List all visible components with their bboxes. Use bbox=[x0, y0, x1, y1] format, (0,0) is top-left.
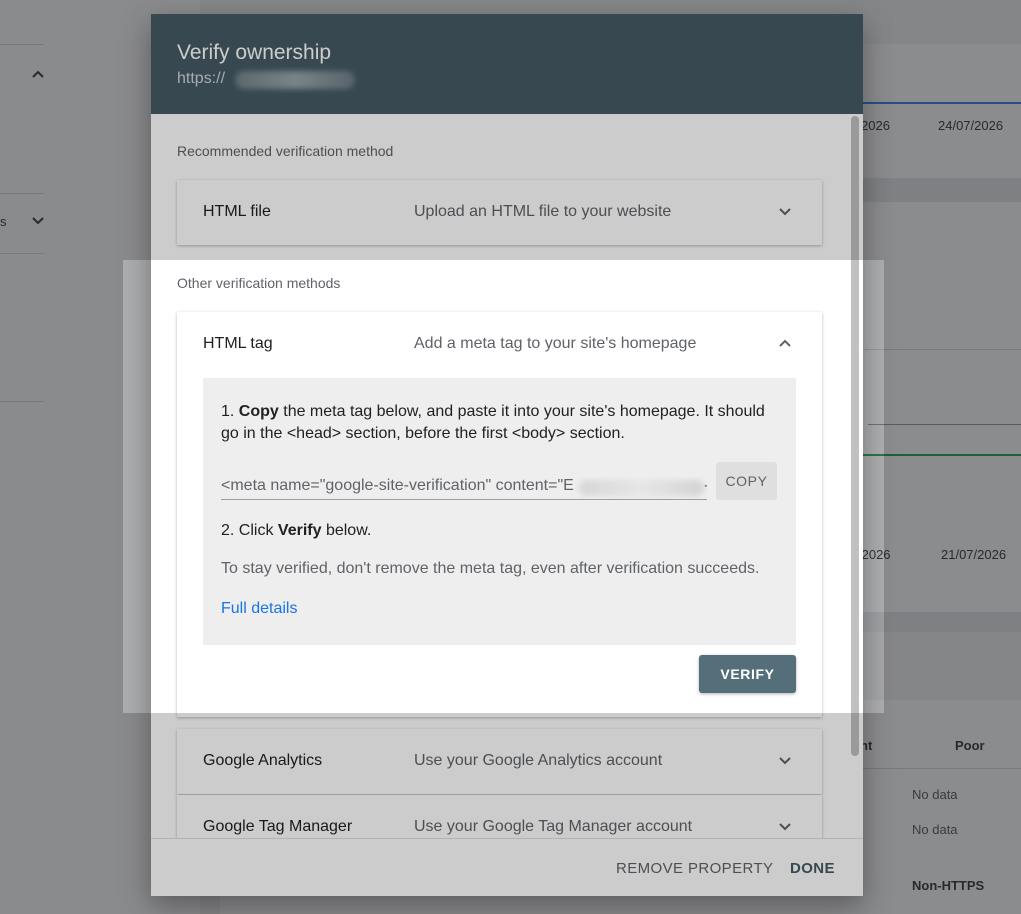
chevron-down-icon[interactable] bbox=[778, 205, 792, 219]
scrollbar-thumb[interactable] bbox=[851, 116, 859, 756]
step-1-text: 1. Copy the meta tag below, and paste it… bbox=[221, 401, 786, 445]
html-tag-instructions: 1. Copy the meta tag below, and paste it… bbox=[203, 378, 796, 645]
method-html-tag: HTML tag Add a meta tag to your site's h… bbox=[177, 312, 822, 717]
step-number: 1. bbox=[221, 403, 239, 420]
recommended-label: Recommended verification method bbox=[177, 143, 394, 159]
full-details-link[interactable]: Full details bbox=[221, 600, 297, 618]
step-description: the meta tag below, and paste it into yo… bbox=[221, 403, 765, 442]
method-description: Add a meta tag to your site's homepage bbox=[414, 335, 697, 352]
method-name: HTML file bbox=[203, 203, 271, 220]
step-2-text: 2. Click Verify below. bbox=[221, 520, 371, 542]
method-google-tag-manager[interactable]: Google Tag Manager Use your Google Tag M… bbox=[177, 795, 822, 838]
dialog-footer: REMOVE PROPERTY DONE bbox=[151, 838, 863, 896]
chevron-up-icon[interactable] bbox=[778, 336, 792, 350]
chevron-down-icon[interactable] bbox=[778, 820, 792, 834]
redacted-token bbox=[579, 480, 704, 496]
verify-ownership-dialog: Verify ownership https:// Recommended ve… bbox=[151, 14, 863, 896]
method-name: Google Tag Manager bbox=[203, 818, 353, 835]
step-description: 2. Click bbox=[221, 522, 278, 539]
method-description: Upload an HTML file to your website bbox=[414, 203, 672, 220]
dialog-body: Recommended verification method HTML fil… bbox=[151, 114, 863, 838]
step-description: below. bbox=[321, 522, 372, 539]
property-url: https:// bbox=[177, 70, 226, 87]
done-button[interactable]: DONE bbox=[790, 860, 835, 877]
method-google-analytics[interactable]: Google Analytics Use your Google Analyti… bbox=[177, 729, 822, 794]
meta-tag-code: <meta name="google-site-verification" co… bbox=[221, 477, 574, 494]
step-keyword: Copy bbox=[238, 403, 279, 420]
method-html-file[interactable]: HTML file Upload an HTML file to your we… bbox=[177, 180, 822, 245]
redacted-url bbox=[235, 71, 355, 89]
step-keyword: Verify bbox=[277, 522, 322, 539]
method-description: Use your Google Analytics account bbox=[414, 752, 663, 769]
dialog-title: Verify ownership bbox=[177, 41, 332, 64]
chevron-down-icon[interactable] bbox=[778, 754, 792, 768]
method-description: Use your Google Tag Manager account bbox=[414, 818, 693, 835]
copy-button[interactable]: COPY bbox=[716, 462, 777, 500]
other-methods-label: Other verification methods bbox=[177, 275, 341, 291]
meta-tag-field[interactable]: <meta name="google-site-verification" co… bbox=[221, 477, 707, 500]
method-name[interactable]: HTML tag bbox=[203, 335, 273, 353]
verify-button[interactable]: VERIFY bbox=[699, 655, 796, 693]
method-name: Google Analytics bbox=[203, 752, 323, 769]
stay-verified-note: To stay verified, don't remove the meta … bbox=[221, 560, 760, 577]
meta-tag-tail: - bbox=[704, 477, 707, 495]
remove-property-button[interactable]: REMOVE PROPERTY bbox=[616, 860, 773, 877]
dialog-header: Verify ownership https:// bbox=[151, 14, 863, 114]
